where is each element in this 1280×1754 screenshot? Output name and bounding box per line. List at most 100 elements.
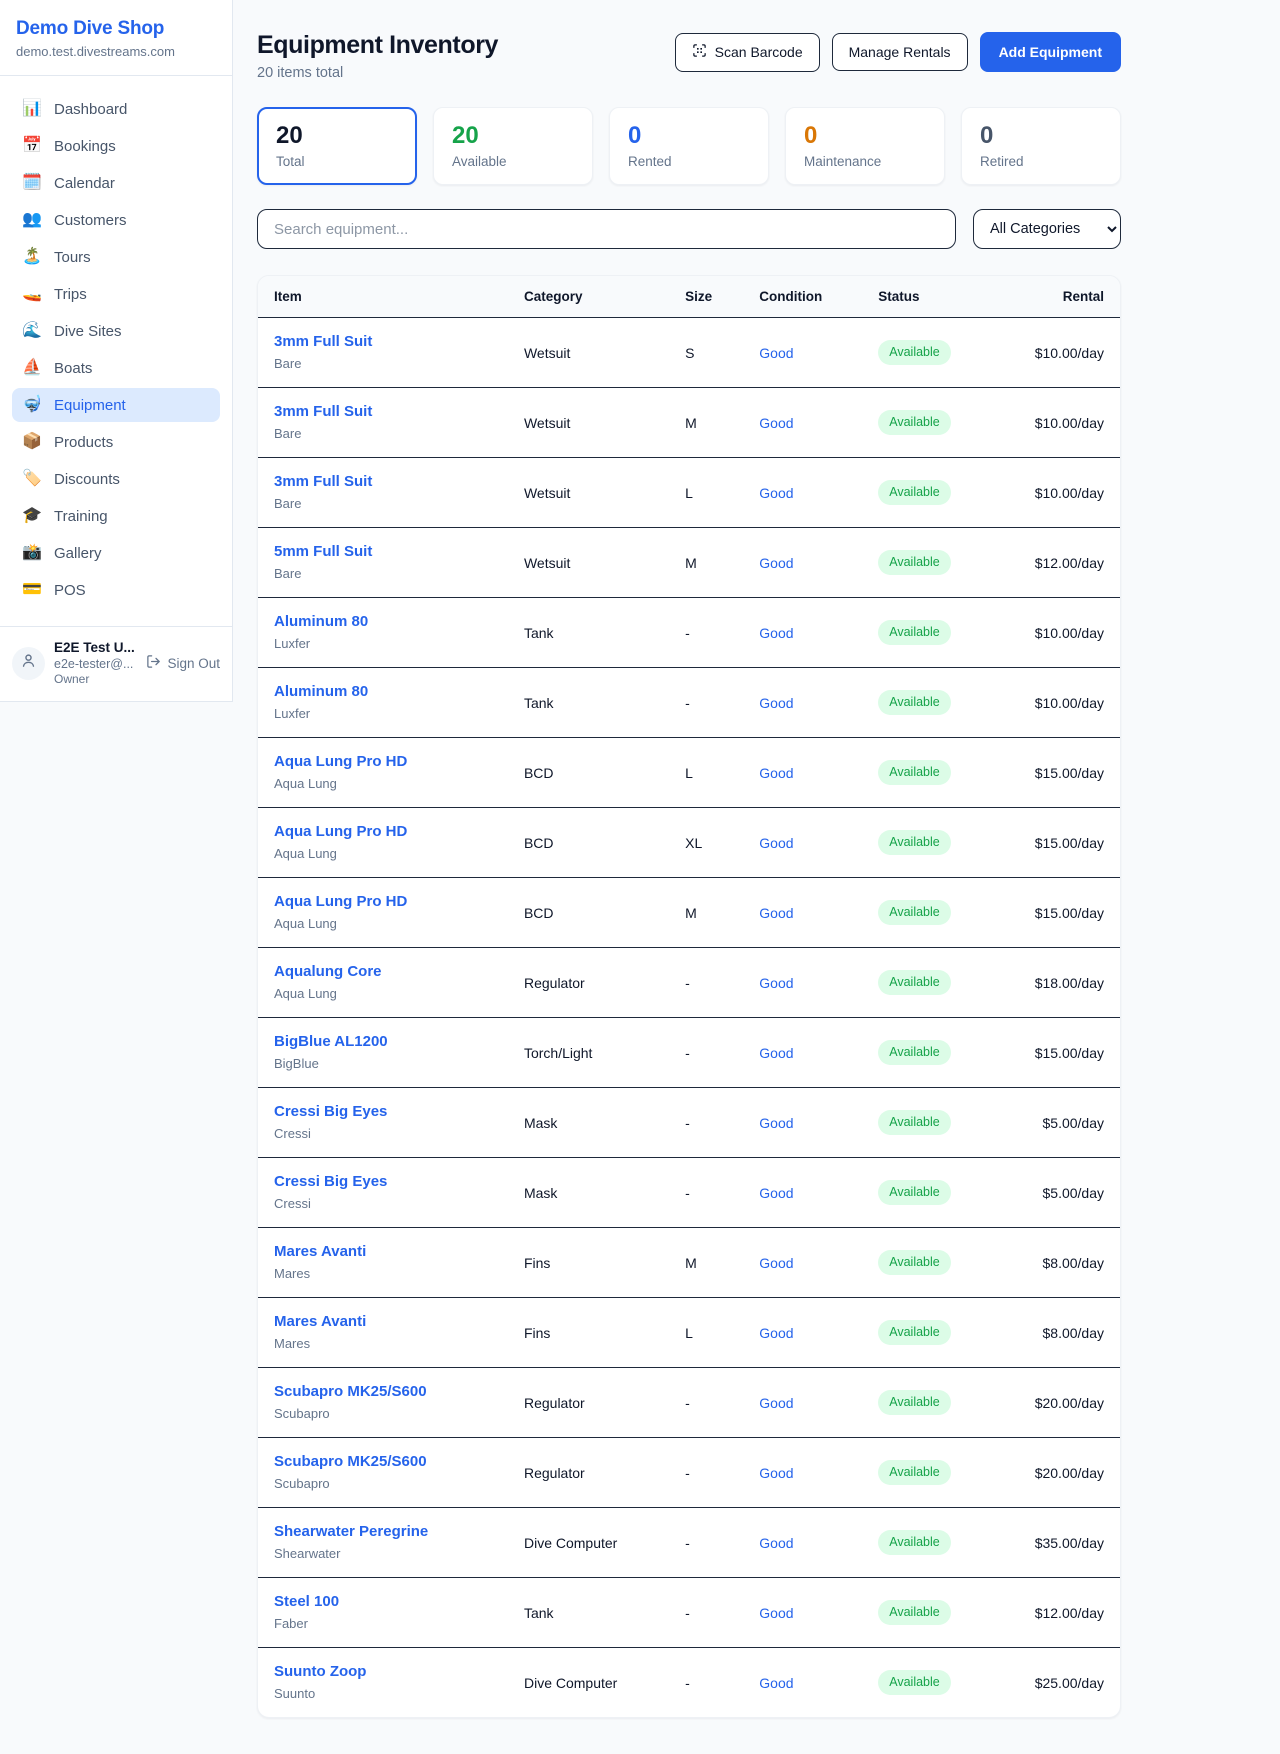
sidebar-item-gallery[interactable]: 📸Gallery	[12, 536, 220, 570]
item-name-link[interactable]: 3mm Full Suit	[274, 472, 492, 492]
condition-link[interactable]: Good	[759, 625, 793, 641]
item-name-link[interactable]: BigBlue AL1200	[274, 1032, 492, 1052]
condition-link[interactable]: Good	[759, 485, 793, 501]
sidebar-item-label: Products	[54, 434, 113, 451]
condition-link[interactable]: Good	[759, 1185, 793, 1201]
brand-header: Demo Dive Shop demo.test.divestreams.com	[0, 0, 232, 76]
condition-link[interactable]: Good	[759, 1115, 793, 1131]
stat-card-maintenance[interactable]: 0Maintenance	[785, 107, 945, 185]
status-badge: Available	[878, 1390, 951, 1415]
table-row: Mares AvantiMaresFinsLGoodAvailable$8.00…	[258, 1298, 1120, 1368]
stat-card-retired[interactable]: 0Retired	[961, 107, 1121, 185]
sidebar-item-discounts[interactable]: 🏷️Discounts	[12, 462, 220, 496]
item-name-link[interactable]: Aluminum 80	[274, 682, 492, 702]
table-row: Aluminum 80LuxferTank-GoodAvailable$10.0…	[258, 598, 1120, 668]
header-actions: Scan Barcode Manage Rentals Add Equipmen…	[675, 30, 1121, 72]
filter-row: All Categories	[257, 209, 1121, 249]
condition-link[interactable]: Good	[759, 1255, 793, 1271]
stat-card-rented[interactable]: 0Rented	[609, 107, 769, 185]
sidebar-item-trips[interactable]: 🚤Trips	[12, 277, 220, 311]
dive-mask-icon: 🤿	[22, 395, 42, 415]
search-input[interactable]	[257, 209, 956, 249]
item-category: Fins	[508, 1298, 669, 1368]
item-size: -	[669, 1648, 743, 1718]
item-name-link[interactable]: Suunto Zoop	[274, 1662, 492, 1682]
condition-link[interactable]: Good	[759, 1535, 793, 1551]
item-name-link[interactable]: 3mm Full Suit	[274, 332, 492, 352]
status-badge: Available	[878, 1110, 951, 1135]
condition-link[interactable]: Good	[759, 1675, 793, 1691]
condition-link[interactable]: Good	[759, 695, 793, 711]
item-name-link[interactable]: Scubapro MK25/S600	[274, 1382, 492, 1402]
item-name-link[interactable]: Aluminum 80	[274, 612, 492, 632]
sidebar-item-calendar[interactable]: 🗓️Calendar	[12, 166, 220, 200]
item-category: BCD	[508, 808, 669, 878]
condition-link[interactable]: Good	[759, 555, 793, 571]
item-brand: Bare	[274, 495, 492, 513]
condition-link[interactable]: Good	[759, 1465, 793, 1481]
condition-link[interactable]: Good	[759, 415, 793, 431]
status-badge: Available	[878, 1460, 951, 1485]
item-brand: Suunto	[274, 1685, 492, 1703]
sidebar-item-tours[interactable]: 🏝️Tours	[12, 240, 220, 274]
sidebar-item-equipment[interactable]: 🤿Equipment	[12, 388, 220, 422]
item-name-link[interactable]: Aqua Lung Pro HD	[274, 892, 492, 912]
sidebar-item-label: Bookings	[54, 138, 116, 155]
rental-rate: $8.00/day	[979, 1298, 1120, 1368]
table-row: Scubapro MK25/S600ScubaproRegulator-Good…	[258, 1438, 1120, 1508]
condition-link[interactable]: Good	[759, 975, 793, 991]
sign-out-button[interactable]: Sign Out	[146, 654, 220, 672]
wave-icon: 🌊	[22, 321, 42, 341]
item-name-link[interactable]: Aqua Lung Pro HD	[274, 752, 492, 772]
person-icon	[20, 652, 37, 674]
sidebar-item-dashboard[interactable]: 📊Dashboard	[12, 92, 220, 126]
sidebar-item-label: Customers	[54, 212, 127, 229]
sidebar-item-training[interactable]: 🎓Training	[12, 499, 220, 533]
condition-link[interactable]: Good	[759, 1325, 793, 1341]
condition-link[interactable]: Good	[759, 905, 793, 921]
item-name-link[interactable]: Aqualung Core	[274, 962, 492, 982]
items-total-count: 20 items total	[257, 65, 498, 81]
item-category: Dive Computer	[508, 1648, 669, 1718]
condition-link[interactable]: Good	[759, 1605, 793, 1621]
item-size: M	[669, 528, 743, 598]
brand-domain: demo.test.divestreams.com	[16, 42, 216, 61]
item-name-link[interactable]: Aqua Lung Pro HD	[274, 822, 492, 842]
stat-card-total[interactable]: 20Total	[257, 107, 417, 185]
stat-label: Retired	[980, 154, 1102, 169]
condition-link[interactable]: Good	[759, 765, 793, 781]
rental-rate: $10.00/day	[979, 388, 1120, 458]
condition-link[interactable]: Good	[759, 1395, 793, 1411]
condition-link[interactable]: Good	[759, 1045, 793, 1061]
item-name-link[interactable]: Scubapro MK25/S600	[274, 1452, 492, 1472]
add-equipment-button[interactable]: Add Equipment	[980, 32, 1121, 72]
status-badge: Available	[878, 690, 951, 715]
status-badge: Available	[878, 1530, 951, 1555]
stat-label: Total	[276, 154, 398, 169]
sidebar-item-customers[interactable]: 👥Customers	[12, 203, 220, 237]
brand-name[interactable]: Demo Dive Shop	[16, 16, 216, 41]
item-name-link[interactable]: Shearwater Peregrine	[274, 1522, 492, 1542]
item-size: XL	[669, 808, 743, 878]
scan-barcode-button[interactable]: Scan Barcode	[675, 33, 820, 72]
sidebar-item-boats[interactable]: ⛵Boats	[12, 351, 220, 385]
item-name-link[interactable]: 5mm Full Suit	[274, 542, 492, 562]
item-name-link[interactable]: Cressi Big Eyes	[274, 1172, 492, 1192]
manage-rentals-button[interactable]: Manage Rentals	[832, 33, 968, 71]
stat-card-available[interactable]: 20Available	[433, 107, 593, 185]
sidebar-item-pos[interactable]: 💳POS	[12, 573, 220, 607]
item-name-link[interactable]: 3mm Full Suit	[274, 402, 492, 422]
condition-link[interactable]: Good	[759, 835, 793, 851]
sidebar-item-dive-sites[interactable]: 🌊Dive Sites	[12, 314, 220, 348]
sidebar-item-products[interactable]: 📦Products	[12, 425, 220, 459]
item-brand: Aqua Lung	[274, 915, 492, 933]
sailboat-icon: ⛵	[22, 358, 42, 378]
condition-link[interactable]: Good	[759, 345, 793, 361]
item-brand: Aqua Lung	[274, 985, 492, 1003]
item-name-link[interactable]: Mares Avanti	[274, 1312, 492, 1332]
sidebar-item-bookings[interactable]: 📅Bookings	[12, 129, 220, 163]
item-name-link[interactable]: Cressi Big Eyes	[274, 1102, 492, 1122]
item-name-link[interactable]: Mares Avanti	[274, 1242, 492, 1262]
item-name-link[interactable]: Steel 100	[274, 1592, 492, 1612]
category-select[interactable]: All Categories	[973, 209, 1121, 249]
